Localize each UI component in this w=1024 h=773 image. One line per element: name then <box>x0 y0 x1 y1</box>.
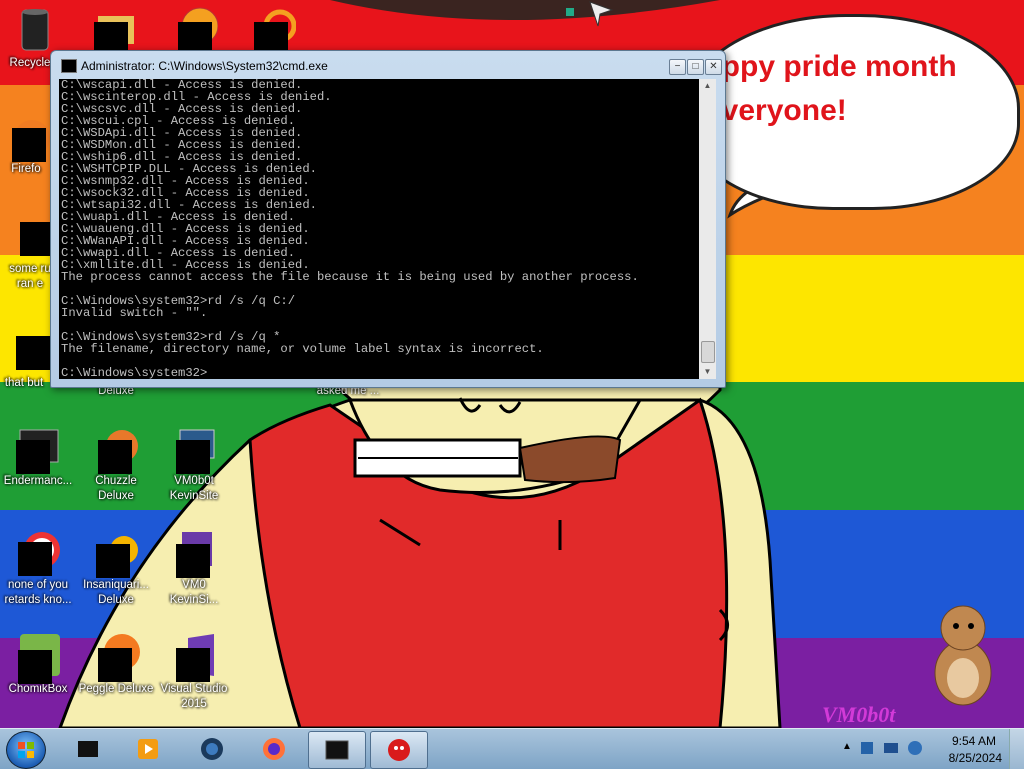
desktop-icon-folder[interactable] <box>74 6 158 56</box>
bird-icon <box>388 739 410 761</box>
volume-icon[interactable] <box>906 739 924 757</box>
peggle-icon <box>92 632 140 682</box>
windows-logo-icon <box>18 742 34 758</box>
desktop-icon-peggle[interactable]: Peggle Deluxe <box>74 632 158 697</box>
desktop-icon-label: Visual Studio 2015 <box>160 683 228 710</box>
taskbar-app-6[interactable] <box>370 731 428 769</box>
scroll-up-icon[interactable]: ▲ <box>699 79 716 93</box>
console-text: C:\wscapi.dll - Access is denied. C:\wsc… <box>61 79 639 379</box>
scrollbar-thumb[interactable] <box>701 341 715 363</box>
fish-icon <box>92 528 140 578</box>
desktop-icon-vm0-kevinsite[interactable]: VM0 KevinSi... <box>152 528 236 608</box>
taskbar: ▲ 9:54 AM 8/25/2024 <box>0 728 1024 769</box>
show-desktop-button[interactable] <box>1009 729 1024 769</box>
monitor-icon <box>170 424 218 474</box>
globe-icon <box>201 738 223 760</box>
desktop-icon-label: VM0b0t KevinSite <box>169 475 219 502</box>
desktop-icon-endermanch[interactable]: Endermanc... <box>0 424 80 489</box>
wallpaper-watermark: VM0b0t <box>822 702 896 727</box>
minimize-button[interactable]: − <box>669 59 686 75</box>
desktop-icon-visual-studio[interactable]: Visual Studio 2015 <box>152 632 236 712</box>
taskbar-app-1[interactable] <box>60 731 116 767</box>
desktop-icon-label: Insaniquari... Deluxe <box>83 579 149 606</box>
speech-bubble-text: appy pride month everyone! <box>705 50 957 127</box>
app-icon <box>248 6 297 56</box>
desktop-icon-label: ChomikBox <box>8 683 68 695</box>
console-output[interactable]: C:\wscapi.dll - Access is denied. C:\wsc… <box>59 79 699 379</box>
desktop-icon-app[interactable] <box>230 6 314 56</box>
media-player-icon <box>138 739 158 759</box>
system-tray: ▲ 9:54 AM 8/25/2024 <box>838 729 1024 769</box>
game-icon <box>170 6 219 56</box>
speech-bubble: appy pride month everyone! <box>686 14 1020 210</box>
firefox-icon <box>2 112 50 162</box>
folder-icon <box>92 6 140 56</box>
chuzzle-icon <box>92 424 140 474</box>
taskbar-app-4[interactable] <box>246 731 302 767</box>
firefox-icon <box>263 738 285 760</box>
clock-date[interactable]: 8/25/2024 <box>949 751 1002 765</box>
monitor-icon <box>78 741 98 757</box>
desktop-icon-vm0b0t-kevinsite[interactable]: VM0b0t KevinSite <box>152 424 236 504</box>
desktop-icon-label: Chuzzle Deluxe <box>95 475 137 502</box>
taskbar-app-3[interactable] <box>184 731 240 767</box>
desktop-icon-label: VM0 KevinSi... <box>169 579 219 606</box>
terminal-icon <box>14 424 62 474</box>
desktop-icon-game[interactable] <box>152 6 236 56</box>
taskbar-app-5[interactable] <box>308 731 366 769</box>
desktop-icon-label: Peggle Deluxe <box>78 683 154 695</box>
file-icon <box>6 212 54 260</box>
taskbar-app-2[interactable] <box>120 731 176 767</box>
desktop-icon-chuzzle[interactable]: Chuzzle Deluxe <box>74 424 158 504</box>
cmd-icon <box>61 59 77 73</box>
recycle-bin-icon <box>6 6 54 54</box>
cmd-icon <box>325 740 349 760</box>
pdf-icon <box>14 528 62 576</box>
display-icon[interactable] <box>882 739 900 757</box>
show-hidden-icons-icon[interactable]: ▲ <box>842 741 852 752</box>
desktop-icon-insaniquarium[interactable]: Insaniquari... Deluxe <box>74 528 158 608</box>
hamster-icon <box>934 605 992 706</box>
visual-studio-icon <box>170 632 218 682</box>
maximize-button[interactable]: □ <box>687 59 704 75</box>
scroll-down-icon[interactable]: ▼ <box>699 365 716 379</box>
desktop-icon-label: Endermanc... <box>3 475 73 487</box>
cmd-titlebar[interactable]: Administrator: C:\Windows\System32\cmd.e… <box>51 51 725 79</box>
chomikbox-icon <box>14 632 62 684</box>
desktop-icon-pdf[interactable]: none of you retards kno... <box>0 528 80 608</box>
start-button[interactable] <box>6 731 46 769</box>
desktop-icon-chomikbox[interactable]: ChomikBox <box>0 632 80 697</box>
network-icon[interactable] <box>858 739 876 757</box>
window-title: Administrator: C:\Windows\System32\cmd.e… <box>81 59 328 73</box>
close-button[interactable]: ✕ <box>705 59 722 75</box>
desktop-icon-label: none of you retards kno... <box>4 579 72 606</box>
clock-time[interactable]: 9:54 AM <box>952 734 996 748</box>
desktop[interactable]: appy pride month everyone! VM0b0t Recycl… <box>0 0 1024 728</box>
vertical-scrollbar[interactable]: ▲ ▼ <box>699 79 716 379</box>
cmd-window[interactable]: Administrator: C:\Windows\System32\cmd.e… <box>50 50 726 388</box>
monitor-icon <box>170 528 218 578</box>
file-icon <box>0 326 50 374</box>
